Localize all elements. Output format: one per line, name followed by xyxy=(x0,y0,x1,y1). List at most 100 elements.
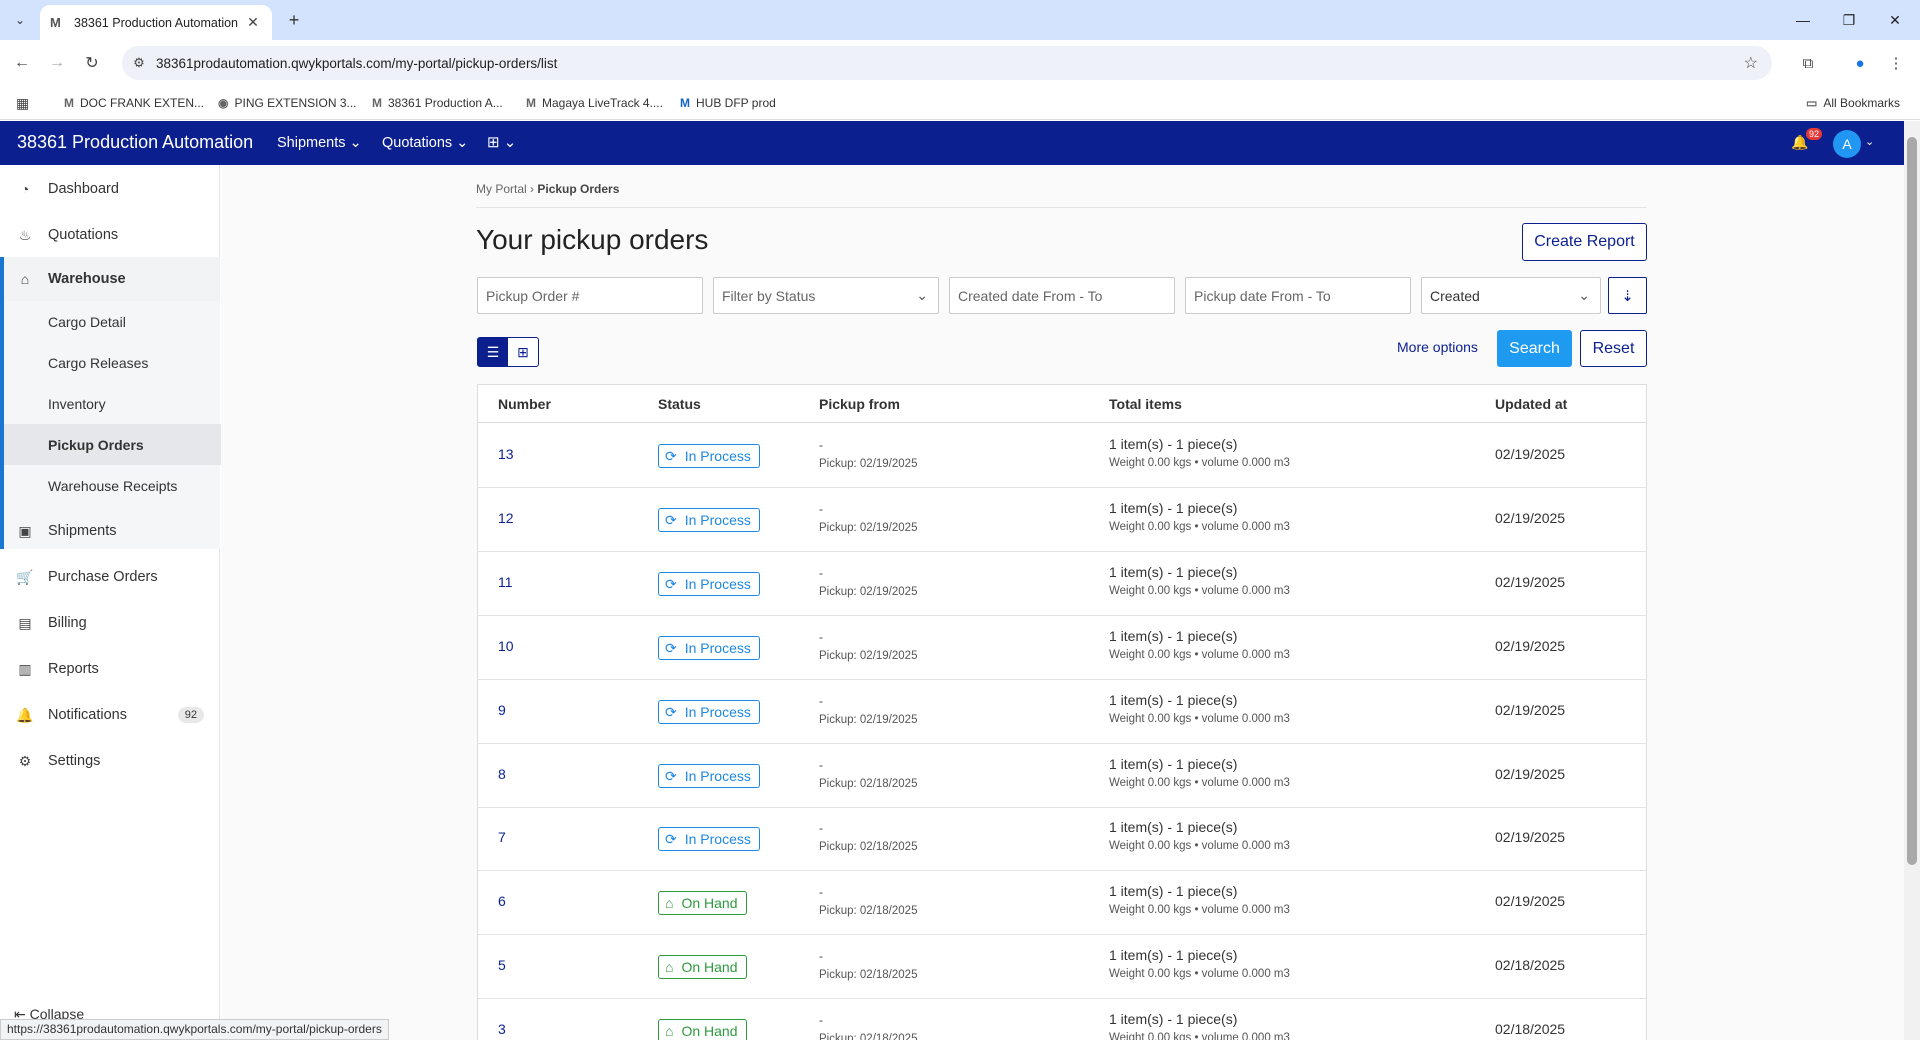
pickup-from-value: - xyxy=(819,758,823,772)
minimize-icon[interactable]: — xyxy=(1780,0,1826,40)
pickup-order-number-input[interactable]: Pickup Order # xyxy=(477,277,703,314)
sidebar-sub-inventory[interactable]: Inventory xyxy=(4,383,224,424)
pickup-from-value: - xyxy=(819,821,823,835)
status-label: In Process xyxy=(684,448,751,464)
browser-toolbar: ← → ↻ ⚙ 38361prodautomation.qwykportals.… xyxy=(0,40,1920,86)
order-number-link[interactable]: 6 xyxy=(498,893,506,909)
browser-menu-icon[interactable]: ⋮ xyxy=(1884,51,1908,75)
order-number-link[interactable]: 7 xyxy=(498,829,506,845)
bookmark-item[interactable]: M Magaya LiveTrack 4.... xyxy=(526,93,663,113)
all-bookmarks-label: All Bookmarks xyxy=(1823,96,1901,110)
list-view-icon[interactable]: ☰ xyxy=(478,338,508,366)
add-new-menu-icon[interactable]: ⊞ ⌄ xyxy=(487,133,516,151)
profile-icon[interactable]: ● xyxy=(1848,51,1872,75)
sidebar-sub-warehouse-receipts[interactable]: Warehouse Receipts xyxy=(4,465,224,506)
browser-tab[interactable]: M 38361 Production Automation ✕ xyxy=(40,5,272,40)
chevron-down-icon[interactable]: ⌄ xyxy=(1865,135,1874,148)
create-report-button[interactable]: Create Report xyxy=(1522,223,1647,261)
bookmark-item[interactable]: M 38361 Production A... xyxy=(372,93,503,113)
breadcrumb-root[interactable]: My Portal xyxy=(476,182,527,196)
forward-arrow-icon[interactable]: → xyxy=(45,51,69,75)
search-button[interactable]: Search xyxy=(1497,330,1572,367)
chevron-down-icon: ⌄ xyxy=(456,135,469,151)
order-number-link[interactable]: 11 xyxy=(498,574,513,590)
sidebar-item-label: Dashboard xyxy=(48,181,119,197)
sidebar-item-shipments[interactable]: ▣ Shipments xyxy=(0,509,220,553)
table-row[interactable]: 3 ⌂ On Hand - Pickup: 02/18/2025 1 item(s) - … xyxy=(478,999,1646,1040)
weight-volume: Weight 0.00 kgs • volume 0.000 m3 xyxy=(1109,968,1290,980)
tab-title: 38361 Production Automation xyxy=(74,15,239,30)
back-arrow-icon[interactable]: ← xyxy=(10,51,34,75)
tab-close-icon[interactable]: ✕ xyxy=(244,14,262,31)
notifications-count-badge: 92 xyxy=(177,707,204,723)
order-number-link[interactable]: 10 xyxy=(498,638,514,654)
menu-shipments-label: Shipments xyxy=(277,135,346,151)
order-number-link[interactable]: 9 xyxy=(498,702,506,718)
sidebar-sub-cargo-detail[interactable]: Cargo Detail xyxy=(4,301,224,342)
sidebar-item-dashboard[interactable]: ◔ Dashboard xyxy=(0,167,220,211)
menu-shipments[interactable]: Shipments ⌄ xyxy=(277,135,362,151)
table-row[interactable]: 7 ⟳ In Process - Pickup: 02/18/2025 1 item(s)… xyxy=(478,807,1646,871)
sidebar-item-settings[interactable]: ⚙ Settings xyxy=(0,739,220,783)
chevron-down-icon: ⌄ xyxy=(1578,287,1590,303)
extensions-icon[interactable]: ⧉ xyxy=(1796,51,1820,75)
table-row[interactable]: 5 ⌂ On Hand - Pickup: 02/18/2025 1 item(s) - … xyxy=(478,935,1646,999)
sidebar-item-warehouse[interactable]: ⌂ Warehouse xyxy=(0,257,220,301)
window-close-icon[interactable]: ✕ xyxy=(1872,0,1918,40)
refresh-icon: ⟳ xyxy=(665,575,677,592)
tab-search-chevron-icon[interactable]: ⌄ xyxy=(8,8,32,32)
table-row[interactable]: 13 ⟳ In Process - Pickup: 02/19/2025 1 item(s… xyxy=(478,424,1646,488)
status-label: In Process xyxy=(684,512,751,528)
brand-title[interactable]: 38361 Production Automation xyxy=(17,132,253,153)
order-number-link[interactable]: 5 xyxy=(498,957,506,973)
apps-grid-icon[interactable]: ▦ xyxy=(16,95,29,112)
new-tab-plus-icon[interactable]: + xyxy=(282,8,306,32)
shipments-box-icon: ▣ xyxy=(18,522,32,539)
site-info-icon[interactable]: ⚙ xyxy=(122,55,156,71)
bookmark-item[interactable]: ◉ PING EXTENSION 3... xyxy=(218,93,357,113)
sort-field-select[interactable]: Created ⌄ xyxy=(1421,277,1601,314)
all-bookmarks[interactable]: ▭ All Bookmarks xyxy=(1806,93,1900,113)
address-bar[interactable]: ⚙ 38361prodautomation.qwykportals.com/my… xyxy=(122,46,1772,80)
order-number-link[interactable]: 13 xyxy=(498,446,514,462)
menu-quotations[interactable]: Quotations ⌄ xyxy=(382,135,468,151)
table-row[interactable]: 6 ⌂ On Hand - Pickup: 02/18/2025 1 item(s) - … xyxy=(478,871,1646,935)
status-badge: ⟳ In Process xyxy=(658,508,760,532)
order-number-link[interactable]: 12 xyxy=(498,510,514,526)
grid-view-icon[interactable]: ⊞ xyxy=(508,338,538,366)
notification-count-badge: 92 xyxy=(1806,128,1823,140)
bookmark-item[interactable]: M DOC FRANK EXTEN... xyxy=(64,93,204,113)
refresh-icon: ⟳ xyxy=(665,830,677,847)
scrollbar-thumb[interactable] xyxy=(1907,137,1917,865)
more-options-link[interactable]: More options xyxy=(1397,339,1478,355)
order-number-link[interactable]: 3 xyxy=(498,1021,506,1037)
restore-icon[interactable]: ❐ xyxy=(1826,0,1872,40)
sidebar-item-quotations[interactable]: ♨ Quotations xyxy=(0,213,220,257)
table-row[interactable]: 12 ⟳ In Process - Pickup: 02/19/2025 1 item(s… xyxy=(478,488,1646,552)
pickup-from-value: - xyxy=(819,502,823,516)
sidebar-item-purchase-orders[interactable]: 🛒 Purchase Orders xyxy=(0,555,220,599)
updated-at: 02/19/2025 xyxy=(1495,574,1566,590)
table-row[interactable]: 8 ⟳ In Process - Pickup: 02/18/2025 1 item(s)… xyxy=(478,744,1646,808)
created-date-range-input[interactable]: Created date From - To xyxy=(949,277,1175,314)
sidebar-sub-pickup-orders[interactable]: Pickup Orders xyxy=(4,424,224,465)
table-row[interactable]: 10 ⟳ In Process - Pickup: 02/19/2025 1 item(s… xyxy=(478,616,1646,680)
column-header-number: Number xyxy=(498,396,551,412)
reload-icon[interactable]: ↻ xyxy=(80,51,104,75)
sidebar-sub-cargo-releases[interactable]: Cargo Releases xyxy=(4,342,224,383)
bookmark-item[interactable]: M HUB DFP prod xyxy=(680,93,776,113)
sidebar-item-billing[interactable]: ▤ Billing xyxy=(0,601,220,645)
table-row[interactable]: 11 ⟳ In Process - Pickup: 02/19/2025 1 item(s… xyxy=(478,552,1646,616)
sidebar-item-reports[interactable]: ▥ Reports xyxy=(0,647,220,691)
avatar[interactable]: A xyxy=(1833,130,1861,158)
sidebar-item-notifications[interactable]: 🔔 Notifications 92 xyxy=(0,693,220,737)
bookmark-star-icon[interactable]: ☆ xyxy=(1744,53,1758,73)
status-filter-select[interactable]: Filter by Status ⌄ xyxy=(713,277,939,314)
table-row[interactable]: 9 ⟳ In Process - Pickup: 02/19/2025 1 item(s)… xyxy=(478,680,1646,744)
order-number-link[interactable]: 8 xyxy=(498,766,506,782)
reset-button[interactable]: Reset xyxy=(1580,330,1647,367)
page-scrollbar[interactable] xyxy=(1904,121,1920,1040)
breadcrumb-divider xyxy=(476,207,1647,208)
sort-direction-button[interactable]: ⇣ xyxy=(1608,277,1647,314)
pickup-date-range-input[interactable]: Pickup date From - To xyxy=(1185,277,1411,314)
